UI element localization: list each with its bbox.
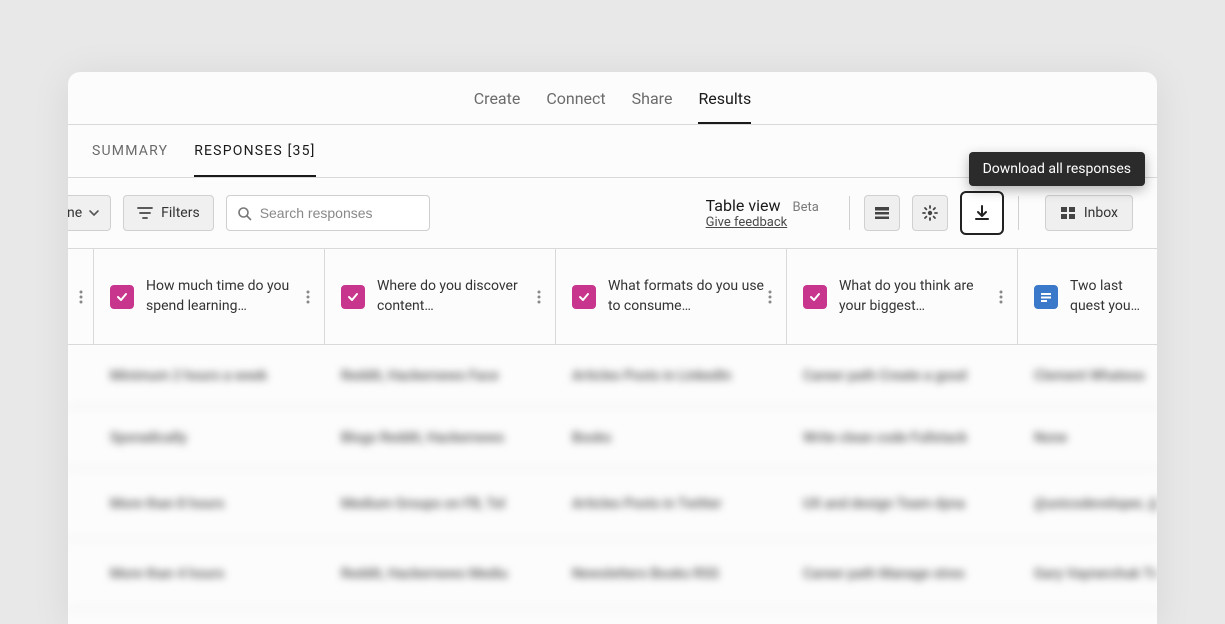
checkbox-question-icon xyxy=(572,285,596,309)
table-row[interactable]: Sporadically Blogs Reddit, Hackernews Bo… xyxy=(68,407,1157,469)
beta-badge: Beta xyxy=(792,200,818,215)
filters-label: Filters xyxy=(161,205,200,221)
table-row[interactable]: Minimum 2 hours a week Reddit, Hackernew… xyxy=(68,345,1157,407)
chevron-down-icon xyxy=(88,207,100,219)
column-dropdown[interactable]: ne xyxy=(68,195,111,231)
column-header: What formats do you use to consume… xyxy=(556,249,787,344)
column-header: How much time do you spend learning… xyxy=(94,249,325,344)
divider xyxy=(849,196,850,230)
tab-connect[interactable]: Connect xyxy=(546,72,605,124)
column-title: Where do you discover content… xyxy=(377,277,539,316)
inbox-icon xyxy=(1060,206,1076,220)
column-header: Two last quest you follow on s xyxy=(1018,249,1157,344)
rows-icon xyxy=(874,206,890,220)
table-header: How much time do you spend learning… Whe… xyxy=(68,249,1157,345)
column-header: Where do you discover content… xyxy=(325,249,556,344)
inbox-button[interactable]: Inbox xyxy=(1045,195,1133,231)
column-dropdown-label: ne xyxy=(68,205,82,221)
checkbox-question-icon xyxy=(803,285,827,309)
divider xyxy=(1018,196,1019,230)
download-button[interactable] xyxy=(960,191,1004,235)
column-menu[interactable] xyxy=(762,290,778,304)
gear-icon xyxy=(922,205,938,221)
toolbar: ne Filters Table view xyxy=(68,178,1157,249)
column-title: What do you think are your biggest… xyxy=(839,277,1001,316)
column-header: What do you think are your biggest… xyxy=(787,249,1018,344)
table-view-title: Table view xyxy=(706,196,781,215)
inbox-label: Inbox xyxy=(1084,205,1118,221)
table-body: Minimum 2 hours a week Reddit, Hackernew… xyxy=(68,345,1157,609)
row-menu-column[interactable] xyxy=(68,249,94,344)
column-title: What formats do you use to consume… xyxy=(608,277,770,316)
tab-share[interactable]: Share xyxy=(632,72,673,124)
column-menu[interactable] xyxy=(300,290,316,304)
layout-button[interactable] xyxy=(864,195,900,231)
table-row[interactable]: More than 8 hours Medium Groups on FB, T… xyxy=(68,469,1157,539)
more-vert-icon xyxy=(79,290,83,304)
filters-button[interactable]: Filters xyxy=(123,195,214,231)
top-nav: Create Connect Share Results xyxy=(68,72,1157,125)
give-feedback-link[interactable]: Give feedback xyxy=(706,215,788,230)
checkbox-question-icon xyxy=(341,285,365,309)
text-question-icon xyxy=(1034,285,1058,309)
checkbox-question-icon xyxy=(110,285,134,309)
column-menu[interactable] xyxy=(531,290,547,304)
subtab-summary[interactable]: SUMMARY xyxy=(92,125,168,177)
filter-icon xyxy=(137,206,153,220)
download-icon xyxy=(972,203,992,223)
search-box[interactable] xyxy=(226,195,430,231)
column-title: How much time do you spend learning… xyxy=(146,277,308,316)
tab-create[interactable]: Create xyxy=(474,72,521,124)
tab-results[interactable]: Results xyxy=(698,72,751,124)
download-tooltip: Download all responses xyxy=(969,152,1145,186)
column-menu[interactable] xyxy=(993,290,1009,304)
search-icon xyxy=(237,206,252,221)
subtab-responses[interactable]: RESPONSES [35] xyxy=(194,125,315,177)
settings-button[interactable] xyxy=(912,195,948,231)
column-title: Two last quest you follow on s xyxy=(1070,277,1141,316)
search-input[interactable] xyxy=(260,205,419,221)
table-view-block: Table view Beta Give feedback xyxy=(706,196,819,230)
table-row[interactable]: More than 4 hours Reddit, Hackernews Med… xyxy=(68,539,1157,609)
